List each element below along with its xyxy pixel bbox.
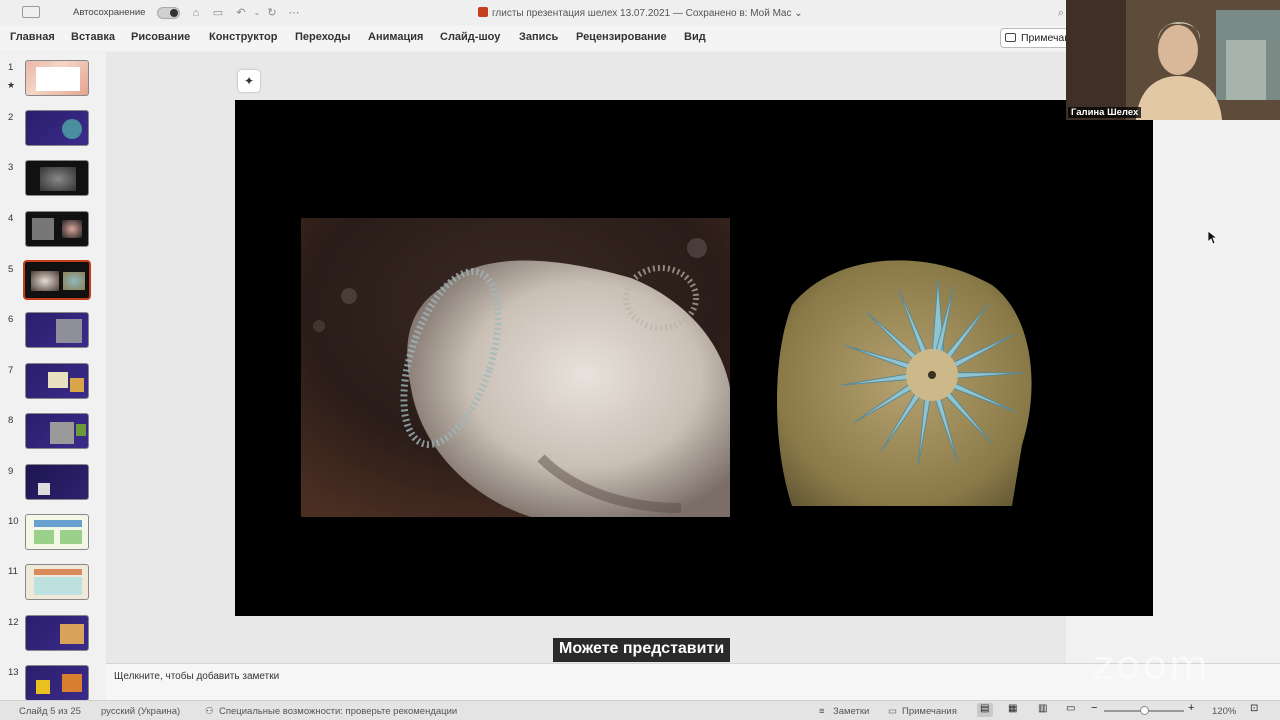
slide-thumbnail-3[interactable]: 3	[0, 160, 106, 200]
slide-sorter-icon[interactable]: ▦	[1008, 703, 1017, 714]
tab-transitions[interactable]: Переходы	[295, 31, 351, 43]
thumbnail-image	[25, 312, 89, 348]
comments-button[interactable]: Примечания	[1000, 28, 1070, 48]
participant-video[interactable]	[1066, 0, 1280, 120]
thumbnail-image	[25, 60, 89, 96]
save-icon[interactable]: ▭	[211, 6, 225, 20]
notes-placeholder[interactable]: Щелкните, чтобы добавить заметки	[114, 671, 279, 682]
thumbnail-image	[25, 413, 89, 449]
live-caption: Можете представити	[553, 638, 731, 662]
scolex-photo-left[interactable]	[301, 218, 730, 517]
slide-thumbnail-12[interactable]: 12	[0, 615, 106, 655]
tab-draw[interactable]: Рисование	[131, 31, 190, 43]
document-title[interactable]: глисты презентация шелех 13.07.2021 — Со…	[478, 7, 803, 19]
slide-thumbnail-6[interactable]: 6	[0, 312, 106, 352]
thumbnail-image	[25, 564, 89, 600]
notes-toggle[interactable]: Заметки	[833, 706, 869, 717]
undo-icon[interactable]: ↶	[234, 6, 248, 20]
slide-number: 11	[8, 566, 18, 577]
comments-button-label: Примечания	[1021, 32, 1069, 44]
participant-video-feed	[1066, 0, 1280, 120]
slide-thumbnail-13[interactable]: 13	[0, 665, 106, 700]
zoom-slider-handle[interactable]	[1140, 706, 1149, 715]
scolex-photo-right[interactable]	[772, 245, 1041, 506]
comments-toggle[interactable]: Примечания	[902, 706, 957, 717]
slide-thumbnail-panel[interactable]: 1 ★ 2 3 4 5 6 7 8 9 10 11 12 13	[0, 52, 106, 700]
zoom-in-icon[interactable]: +	[1188, 702, 1194, 714]
slide-thumbnail-4[interactable]: 4	[0, 211, 106, 251]
reading-view-icon[interactable]: ▥	[1038, 703, 1047, 714]
comment-icon	[1005, 33, 1016, 42]
tab-view[interactable]: Вид	[684, 31, 706, 43]
thumbnail-image	[25, 615, 89, 651]
thumbnail-image	[25, 160, 89, 196]
designer-sparkle-icon[interactable]: ✦	[238, 70, 260, 92]
thumbnail-image	[25, 211, 89, 247]
zoom-level[interactable]: 120%	[1212, 706, 1236, 717]
slide-number: 12	[8, 617, 19, 628]
language-indicator[interactable]: русский (Украина)	[101, 706, 180, 717]
tab-design[interactable]: Конструктор	[209, 31, 277, 43]
slide-thumbnail-2[interactable]: 2	[0, 110, 106, 150]
slide-number: 1	[8, 62, 14, 73]
accessibility-icon[interactable]: ⚇	[205, 706, 214, 717]
sidebar-toggle-icon[interactable]	[22, 6, 40, 18]
zoom-watermark: zoom	[1093, 643, 1210, 689]
thumbnail-image	[25, 363, 89, 399]
chevron-down-icon: ⌄	[794, 8, 803, 19]
fit-slide-icon[interactable]: ⊡	[1250, 703, 1258, 714]
ribbon-tabs: Главная Вставка Рисование Конструктор Пе…	[0, 26, 1066, 50]
slide-number: 2	[8, 112, 14, 123]
slide-number: 8	[8, 415, 14, 426]
notes-icon[interactable]: ≡	[819, 706, 825, 717]
slide-number: 6	[8, 314, 14, 325]
slide-number: 3	[8, 162, 14, 173]
powerpoint-icon	[478, 7, 488, 17]
slide-thumbnail-1[interactable]: 1 ★	[0, 60, 106, 100]
slideshow-icon[interactable]: ▭	[1066, 703, 1075, 714]
redo-icon[interactable]: ↻	[265, 6, 279, 20]
slide-number: 13	[8, 667, 19, 678]
tab-review[interactable]: Рецензирование	[576, 31, 667, 43]
thumbnail-image	[25, 110, 89, 146]
autosave-toggle[interactable]	[157, 7, 180, 19]
slide-thumbnail-5[interactable]: 5	[0, 260, 106, 302]
slide-thumbnail-9[interactable]: 9	[0, 464, 106, 504]
status-bar: Слайд 5 из 25 русский (Украина) ⚇ Специа…	[0, 700, 1280, 720]
star-icon: ★	[7, 80, 16, 90]
slide-thumbnail-8[interactable]: 8	[0, 413, 106, 453]
slide-counter: Слайд 5 из 25	[19, 706, 81, 717]
tab-home[interactable]: Главная	[10, 31, 55, 43]
thumbnail-image	[23, 260, 91, 300]
slide-number: 5	[8, 264, 14, 275]
slide-number: 4	[8, 213, 14, 224]
zoom-out-icon[interactable]: −	[1091, 702, 1097, 714]
tab-insert[interactable]: Вставка	[71, 31, 115, 43]
tab-record[interactable]: Запись	[519, 31, 558, 43]
mouse-cursor-icon	[1208, 231, 1218, 245]
slide-number: 7	[8, 365, 14, 376]
slide-thumbnail-10[interactable]: 10	[0, 514, 106, 554]
slide-number: 10	[8, 516, 19, 527]
slide-number: 9	[8, 466, 14, 477]
tab-animations[interactable]: Анимация	[368, 31, 423, 43]
normal-view-icon: ▤	[980, 703, 990, 714]
thumbnail-image	[25, 665, 89, 700]
thumbnail-image	[25, 514, 89, 550]
current-slide[interactable]	[235, 100, 1153, 616]
more-icon[interactable]: ⋯	[287, 6, 301, 20]
slide-thumbnail-11[interactable]: 11	[0, 564, 106, 604]
tab-slideshow[interactable]: Слайд-шоу	[440, 31, 500, 43]
home-icon[interactable]: ⌂	[189, 6, 203, 20]
comment-icon[interactable]: ▭	[888, 706, 897, 717]
document-title-text: глисты презентация шелех 13.07.2021 — Со…	[492, 8, 792, 19]
slide-thumbnail-7[interactable]: 7	[0, 363, 106, 403]
chevron-down-icon[interactable]: ⌄	[250, 6, 264, 20]
autosave-label: Автосохранение	[73, 7, 146, 18]
thumbnail-image	[25, 464, 89, 500]
accessibility-status[interactable]: Специальные возможности: проверьте реком…	[219, 706, 457, 717]
participant-name: Галина Шелех	[1068, 107, 1142, 118]
